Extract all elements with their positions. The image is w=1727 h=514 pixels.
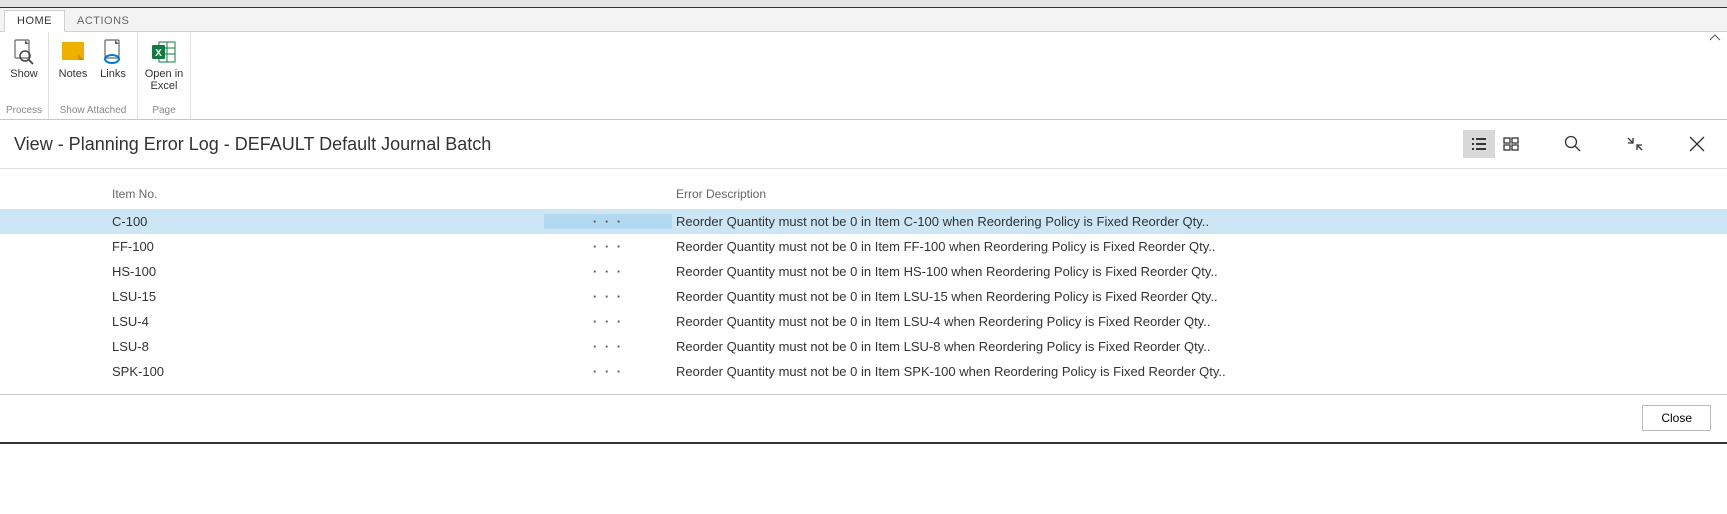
cell-item-no: HS-100 xyxy=(108,264,544,279)
row-actions-icon[interactable]: · · · xyxy=(544,314,672,329)
error-grid: Item No. Error Description C-100· · ·Reo… xyxy=(0,169,1727,384)
list-view-icon[interactable] xyxy=(1463,130,1495,158)
table-row[interactable]: FF-100· · ·Reorder Quantity must not be … xyxy=(0,234,1727,259)
cell-error-desc: Reorder Quantity must not be 0 in Item L… xyxy=(672,339,1727,354)
cell-item-no: SPK-100 xyxy=(108,364,544,379)
window-titlebar xyxy=(0,0,1727,8)
notes-label: Notes xyxy=(59,68,88,80)
close-button[interactable]: Close xyxy=(1642,405,1711,431)
link-icon xyxy=(97,38,129,66)
row-actions-icon[interactable]: · · · xyxy=(544,289,672,304)
cell-item-no: LSU-4 xyxy=(108,314,544,329)
page-header: View - Planning Error Log - DEFAULT Defa… xyxy=(0,120,1727,169)
ribbon-group-attached: Notes Links Show Attached xyxy=(49,32,138,119)
row-actions-icon[interactable]: · · · xyxy=(544,339,672,354)
page-title: View - Planning Error Log - DEFAULT Defa… xyxy=(14,134,1463,155)
cell-item-no: LSU-8 xyxy=(108,339,544,354)
col-header-item[interactable]: Item No. xyxy=(108,187,544,201)
table-row[interactable]: SPK-100· · ·Reorder Quantity must not be… xyxy=(0,359,1727,384)
bottom-border xyxy=(0,442,1727,444)
show-button[interactable]: Show xyxy=(4,36,44,82)
col-header-desc[interactable]: Error Description xyxy=(672,187,1727,201)
links-label: Links xyxy=(100,68,126,80)
ribbon-tabs: HOME ACTIONS xyxy=(0,8,1727,32)
ribbon: Show Process Notes Links Show Attached xyxy=(0,32,1727,120)
table-row[interactable]: HS-100· · ·Reorder Quantity must not be … xyxy=(0,259,1727,284)
notes-button[interactable]: Notes xyxy=(53,36,93,82)
cell-error-desc: Reorder Quantity must not be 0 in Item H… xyxy=(672,264,1727,279)
open-excel-button[interactable]: X Open in Excel xyxy=(142,36,186,94)
cell-error-desc: Reorder Quantity must not be 0 in Item F… xyxy=(672,239,1727,254)
show-label: Show xyxy=(10,68,38,80)
search-icon[interactable] xyxy=(1557,130,1589,158)
header-actions xyxy=(1463,130,1713,158)
tile-view-icon[interactable] xyxy=(1495,130,1527,158)
cell-item-no: FF-100 xyxy=(108,239,544,254)
document-magnify-icon xyxy=(8,38,40,66)
group-label-page: Page xyxy=(142,103,186,119)
links-button[interactable]: Links xyxy=(93,36,133,82)
collapse-ribbon-icon[interactable] xyxy=(1709,34,1721,42)
note-icon xyxy=(57,38,89,66)
svg-text:X: X xyxy=(155,48,162,59)
excel-label-2: Excel xyxy=(151,80,178,92)
row-actions-icon[interactable]: · · · xyxy=(544,364,672,379)
row-actions-icon[interactable]: · · · xyxy=(544,239,672,254)
cell-item-no: LSU-15 xyxy=(108,289,544,304)
cell-error-desc: Reorder Quantity must not be 0 in Item L… xyxy=(672,314,1727,329)
table-row[interactable]: LSU-4· · ·Reorder Quantity must not be 0… xyxy=(0,309,1727,334)
group-label-process: Process xyxy=(4,103,44,119)
cell-error-desc: Reorder Quantity must not be 0 in Item C… xyxy=(672,214,1727,229)
tab-home[interactable]: HOME xyxy=(4,10,65,32)
table-row[interactable]: C-100· · ·Reorder Quantity must not be 0… xyxy=(0,209,1727,234)
cell-error-desc: Reorder Quantity must not be 0 in Item S… xyxy=(672,364,1727,379)
ribbon-group-process: Show Process xyxy=(0,32,49,119)
excel-label-1: Open in xyxy=(145,68,184,80)
table-row[interactable]: LSU-8· · ·Reorder Quantity must not be 0… xyxy=(0,334,1727,359)
group-label-attached: Show Attached xyxy=(53,103,133,119)
grid-header: Item No. Error Description xyxy=(0,169,1727,209)
ribbon-group-page: X Open in Excel Page xyxy=(138,32,191,119)
table-row[interactable]: LSU-15· · ·Reorder Quantity must not be … xyxy=(0,284,1727,309)
shrink-icon[interactable] xyxy=(1619,130,1651,158)
excel-icon: X xyxy=(148,38,180,66)
tab-actions[interactable]: ACTIONS xyxy=(65,11,141,31)
cell-error-desc: Reorder Quantity must not be 0 in Item L… xyxy=(672,289,1727,304)
cell-item-no: C-100 xyxy=(108,214,544,229)
row-actions-icon[interactable]: · · · xyxy=(544,214,672,229)
row-actions-icon[interactable]: · · · xyxy=(544,264,672,279)
close-icon[interactable] xyxy=(1681,130,1713,158)
footer: Close xyxy=(0,394,1727,442)
